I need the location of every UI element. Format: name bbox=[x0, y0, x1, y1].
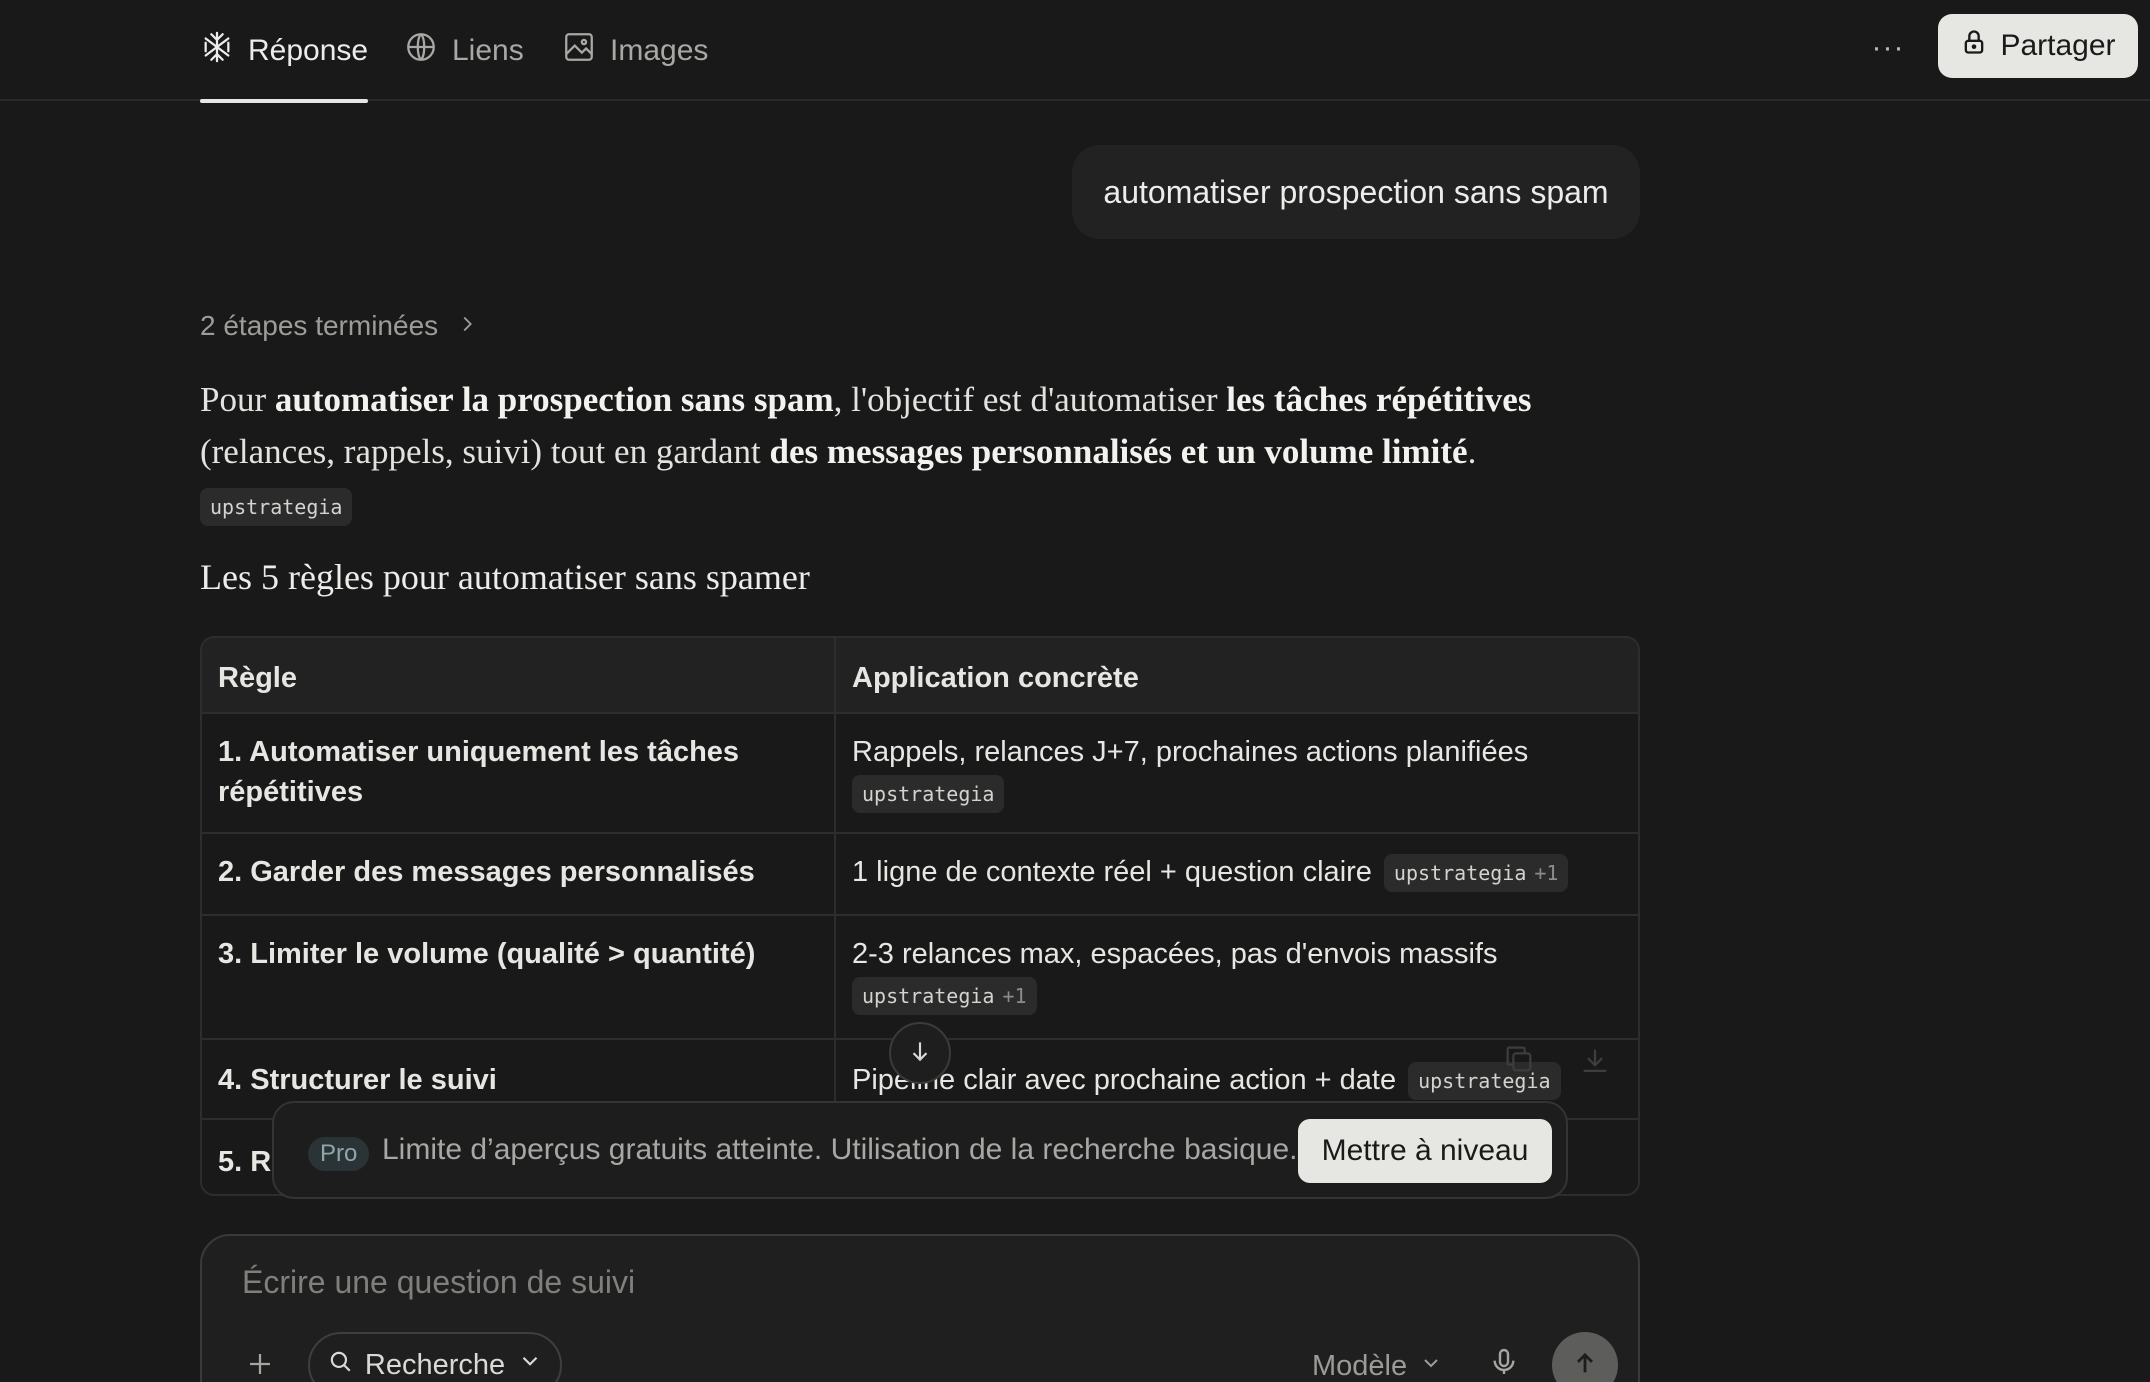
table-row: 2. Garder des messages personnalisés 1 l… bbox=[202, 834, 1638, 916]
table-header-cell: Application concrète bbox=[852, 662, 1139, 694]
source-citation[interactable]: upstrategia bbox=[1408, 1062, 1561, 1101]
table-header-row: Règle Application concrète bbox=[202, 638, 1638, 714]
application-cell: 1 ligne de contexte réel + question clai… bbox=[836, 834, 1638, 914]
model-selector[interactable]: Modèle bbox=[1312, 1344, 1443, 1382]
source-citation[interactable]: upstrategia bbox=[852, 775, 1005, 814]
copy-icon[interactable] bbox=[1502, 1042, 1536, 1076]
answer-text: . bbox=[1467, 432, 1477, 471]
rule-cell: 3. Limiter le volume (qualité > quantité… bbox=[202, 916, 836, 1038]
tab-images[interactable]: Images bbox=[562, 0, 708, 101]
chevron-down-icon bbox=[1419, 1350, 1443, 1382]
arrow-up-icon bbox=[1571, 1349, 1599, 1382]
search-icon bbox=[327, 1348, 353, 1382]
follow-up-composer: Recherche Modèle bbox=[200, 1234, 1640, 1382]
download-icon[interactable] bbox=[1578, 1044, 1612, 1078]
source-citation[interactable]: upstrategia +1 bbox=[852, 977, 1037, 1016]
globe-icon bbox=[404, 30, 438, 72]
tab-label: Réponse bbox=[248, 33, 369, 67]
microphone-icon bbox=[1488, 1348, 1520, 1382]
plus-icon bbox=[245, 1349, 275, 1382]
user-query-bubble: automatiser prospection sans spam bbox=[1072, 145, 1640, 239]
answer-paragraph: Pour automatiser la prospection sans spa… bbox=[200, 374, 1640, 530]
application-text: 1 ligne de contexte réel + question clai… bbox=[852, 856, 1372, 888]
source-citation[interactable]: upstrategia bbox=[200, 487, 353, 526]
answer-text: , l'objectif est d'automatiser bbox=[833, 380, 1227, 419]
tab-reponse[interactable]: Réponse bbox=[200, 0, 369, 103]
microphone-button[interactable] bbox=[1488, 1346, 1528, 1382]
answer-emphasis: des messages personnalisés et un volume … bbox=[769, 432, 1468, 471]
follow-up-input[interactable] bbox=[242, 1258, 1442, 1306]
share-label: Partager bbox=[2000, 29, 2116, 62]
source-more-count: +1 bbox=[1002, 984, 1027, 1009]
top-bar: Réponse Liens Images ··· Partager bbox=[0, 0, 2150, 103]
application-text: 2-3 relances max, espacées, pas d'envois… bbox=[852, 938, 1498, 970]
answer-text: (relances, rappels, suivi) tout en garda… bbox=[200, 432, 770, 471]
rule-cell: 2. Garder des messages personnalisés bbox=[202, 834, 836, 914]
send-button[interactable] bbox=[1552, 1332, 1618, 1382]
tab-label: Images bbox=[610, 33, 709, 67]
table-row: 1. Automatiser uniquement les tâches rép… bbox=[202, 714, 1638, 834]
more-options-button[interactable]: ··· bbox=[1868, 28, 1908, 68]
upgrade-banner: Pro Limite d’aperçus gratuits atteinte. … bbox=[272, 1101, 1568, 1199]
answer-text: Pour bbox=[200, 380, 275, 419]
source-name: upstrategia bbox=[862, 984, 995, 1009]
application-cell: Rappels, relances J+7, prochaines action… bbox=[836, 714, 1638, 832]
more-icon: ··· bbox=[1871, 31, 1905, 64]
share-button[interactable]: Partager bbox=[1938, 14, 2138, 78]
image-icon bbox=[562, 30, 596, 72]
arrow-down-icon bbox=[907, 1038, 933, 1069]
source-more-count: +1 bbox=[1534, 861, 1559, 886]
pro-badge: Pro bbox=[308, 1137, 370, 1171]
search-mode-selector[interactable]: Recherche bbox=[308, 1332, 562, 1382]
chevron-right-icon bbox=[456, 310, 478, 342]
attach-button[interactable] bbox=[238, 1344, 282, 1382]
scroll-to-bottom-button[interactable] bbox=[889, 1022, 951, 1084]
tab-liens[interactable]: Liens bbox=[404, 0, 524, 101]
application-cell: 2-3 relances max, espacées, pas d'envois… bbox=[836, 916, 1638, 1038]
user-query-text: automatiser prospection sans spam bbox=[1103, 173, 1609, 210]
lock-icon bbox=[1960, 27, 1988, 65]
source-name: upstrategia bbox=[1393, 861, 1527, 886]
steps-label: 2 étapes terminées bbox=[200, 310, 439, 341]
chevron-down-icon bbox=[517, 1348, 543, 1382]
rule-cell: 1. Automatiser uniquement les tâches rép… bbox=[202, 714, 836, 832]
answer-emphasis: automatiser la prospection sans spam bbox=[274, 380, 834, 419]
banner-message: Limite d’aperçus gratuits atteinte. Util… bbox=[382, 1133, 1298, 1166]
source-citation[interactable]: upstrategia +1 bbox=[1383, 854, 1569, 893]
model-label: Modèle bbox=[1312, 1349, 1408, 1382]
steps-completed-toggle[interactable]: 2 étapes terminées bbox=[200, 306, 478, 346]
upgrade-button[interactable]: Mettre à niveau bbox=[1298, 1119, 1552, 1183]
answer-emphasis: les tâches répétitives bbox=[1226, 380, 1532, 419]
sparkle-burst-icon bbox=[200, 30, 234, 72]
tab-label: Liens bbox=[452, 33, 524, 67]
application-text: Rappels, relances J+7, prochaines action… bbox=[852, 736, 1529, 768]
section-heading: Les 5 règles pour automatiser sans spame… bbox=[200, 557, 810, 597]
search-mode-label: Recherche bbox=[364, 1348, 506, 1381]
table-header-cell: Règle bbox=[202, 638, 836, 712]
